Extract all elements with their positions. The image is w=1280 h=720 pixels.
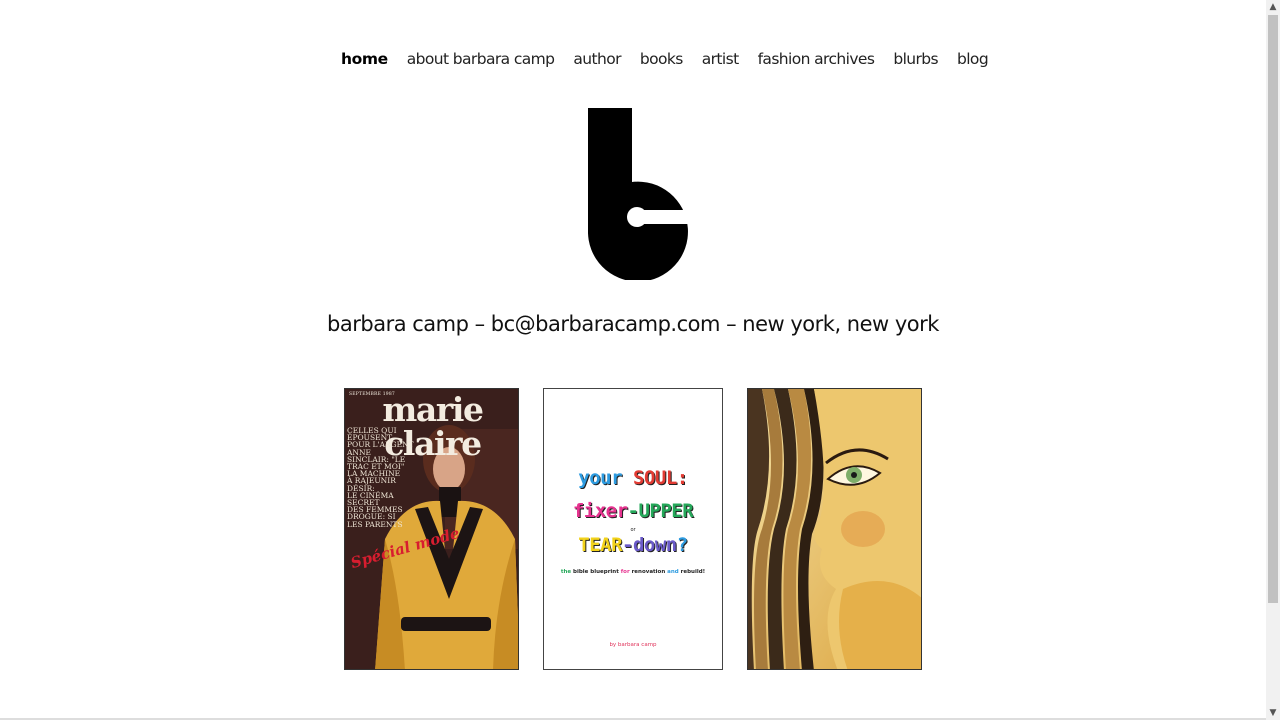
nav-artist[interactable]: artist xyxy=(702,50,739,68)
book-title-line-2: fixer-UPPER xyxy=(544,500,722,522)
book-title-fixer: fixer xyxy=(572,500,628,522)
scrollbar-thumb[interactable] xyxy=(1268,15,1278,603)
nav-blog[interactable]: blog xyxy=(957,50,989,68)
scroll-down-arrow-icon[interactable]: ▼ xyxy=(1266,706,1280,720)
magazine-cover-lines: CELLES QUI ÉPOUSENT POUR L'ARGENT ANNE S… xyxy=(347,426,414,529)
book-subtitle-bible-blueprint: bible blueprint xyxy=(573,569,619,575)
contact-line: barbara camp – bc@barbaracamp.com – new … xyxy=(327,312,939,336)
nav-fashion-archives[interactable]: fashion archives xyxy=(758,50,875,68)
book-title-line-1: your SOUL: xyxy=(544,467,722,489)
book-title-down: -down xyxy=(622,534,677,556)
page-scrollbar[interactable]: ▲ ▼ xyxy=(1266,0,1280,720)
bc-logo[interactable] xyxy=(588,108,689,280)
cubist-face-painting xyxy=(748,389,921,669)
book-cover-thumbnail[interactable]: your SOUL: fixer-UPPER or TEAR-down? the… xyxy=(543,388,723,670)
book-title-your: your xyxy=(578,467,623,489)
book-title-soul: SOUL: xyxy=(633,467,688,489)
painting-thumbnail[interactable] xyxy=(747,388,922,670)
nav-blurbs[interactable]: blurbs xyxy=(893,50,938,68)
main-nav: home about barbara camp author books art… xyxy=(341,47,1007,71)
nav-home[interactable]: home xyxy=(341,50,388,68)
nav-author[interactable]: author xyxy=(573,50,621,68)
nav-books[interactable]: books xyxy=(640,50,683,68)
book-subtitle: the bible blueprint for renovation and r… xyxy=(544,569,722,575)
book-title-line-3: TEAR-down? xyxy=(544,534,722,556)
scroll-up-arrow-icon[interactable]: ▲ xyxy=(1266,0,1280,14)
book-title-upper: -UPPER xyxy=(627,500,694,522)
nav-about-barbara-camp[interactable]: about barbara camp xyxy=(407,50,555,68)
book-subtitle-rebuild: rebuild! xyxy=(680,569,706,575)
book-title-question: ? xyxy=(676,534,688,556)
book-subtitle-and: and xyxy=(667,569,679,575)
book-subtitle-renovation: renovation xyxy=(631,569,666,575)
book-title-or: or xyxy=(630,527,636,533)
book-title-tear: TEAR xyxy=(578,534,623,556)
book-subtitle-for: for xyxy=(620,569,630,575)
book-byline: by barbara camp xyxy=(609,642,657,648)
marie-claire-cover-thumbnail[interactable]: SEPTEMBRE 1987 marie claire CELLES QUI É… xyxy=(344,388,519,670)
book-subtitle-the: the xyxy=(560,569,572,575)
